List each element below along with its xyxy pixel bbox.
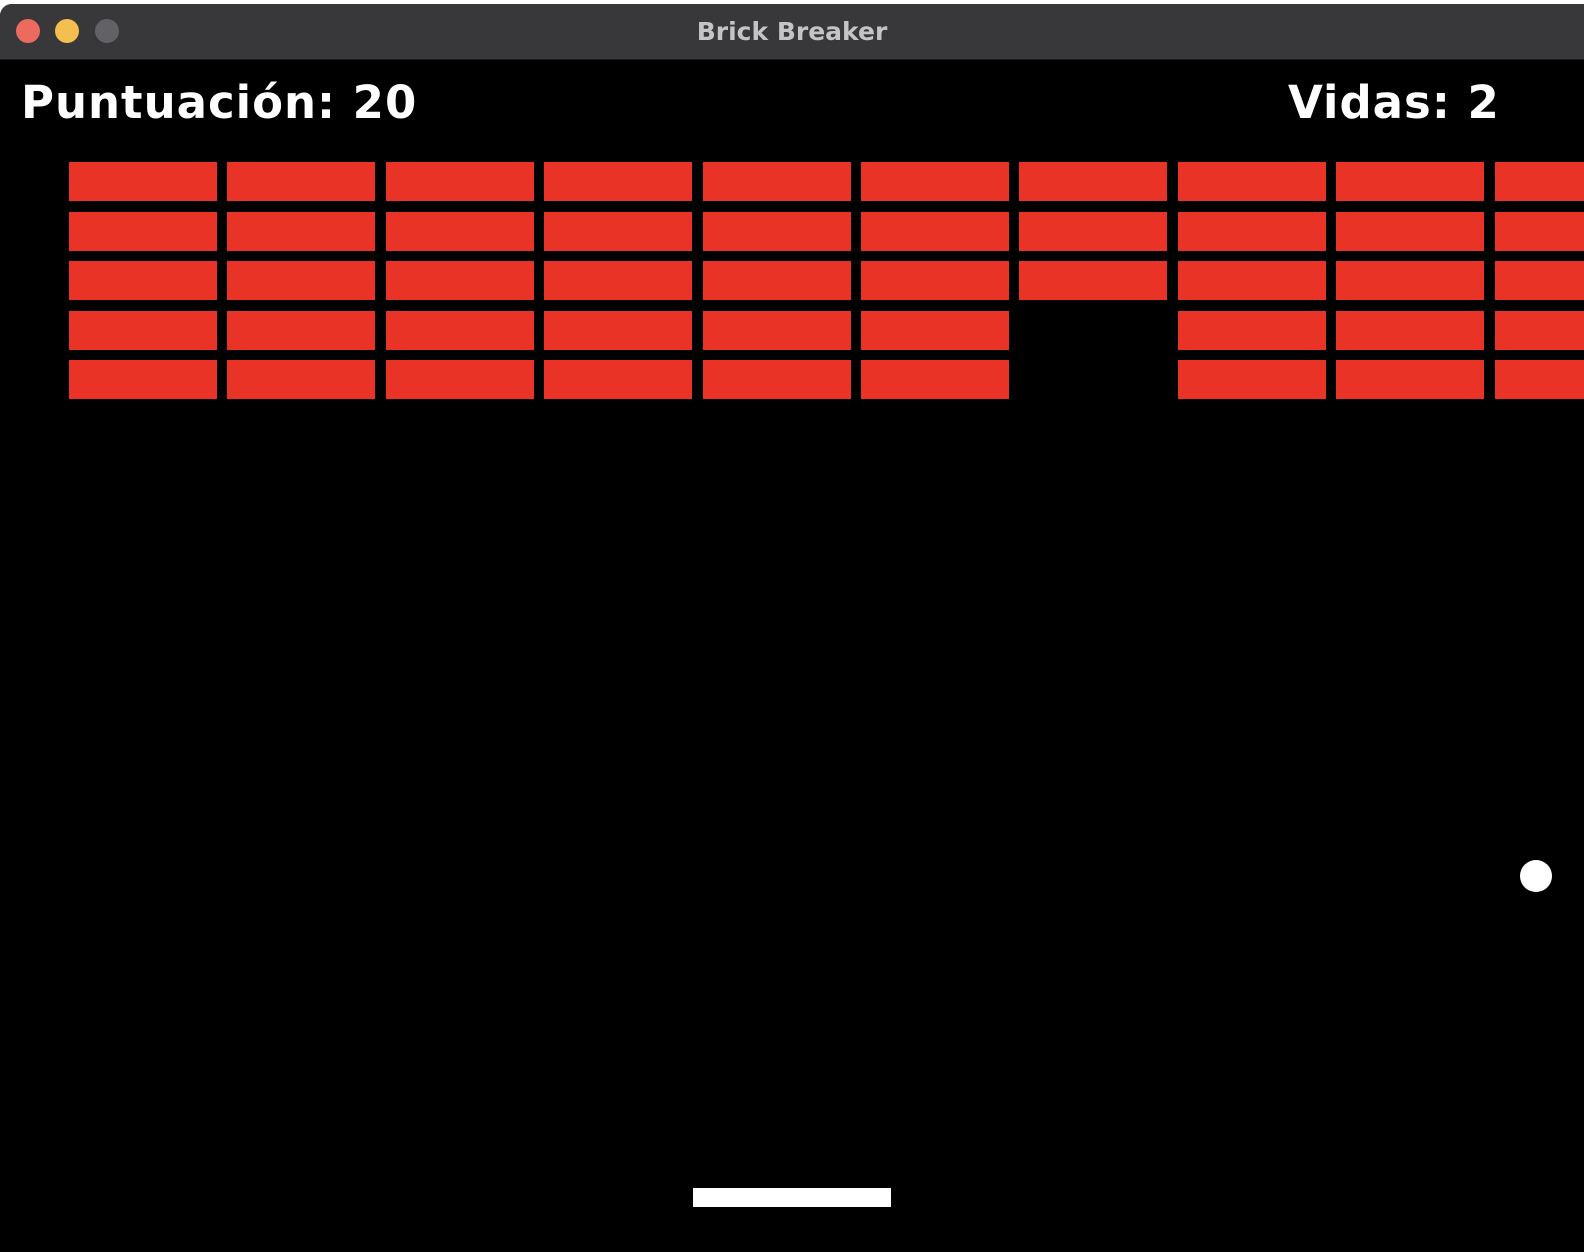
brick (227, 311, 375, 350)
brick (386, 212, 534, 251)
brick (544, 212, 692, 251)
brick (544, 261, 692, 300)
brick-wall (0, 60, 1584, 460)
brick (69, 212, 217, 251)
brick (1019, 261, 1167, 300)
brick (861, 261, 1009, 300)
brick (1178, 261, 1326, 300)
brick (69, 311, 217, 350)
brick (1495, 261, 1584, 300)
brick (386, 162, 534, 201)
brick (1178, 162, 1326, 201)
brick (1336, 212, 1484, 251)
ball (1520, 860, 1552, 892)
brick (861, 311, 1009, 350)
brick (386, 311, 534, 350)
brick (69, 261, 217, 300)
brick (1336, 261, 1484, 300)
brick (1336, 311, 1484, 350)
brick (703, 212, 851, 251)
brick (1495, 311, 1584, 350)
brick (1336, 162, 1484, 201)
brick (1019, 212, 1167, 251)
brick (544, 311, 692, 350)
brick (1495, 162, 1584, 201)
brick (227, 212, 375, 251)
brick (69, 360, 217, 399)
brick (703, 360, 851, 399)
brick (1178, 212, 1326, 251)
window-title: Brick Breaker (696, 17, 888, 46)
brick (703, 261, 851, 300)
brick (386, 261, 534, 300)
brick (544, 162, 692, 201)
brick (1495, 360, 1584, 399)
paddle[interactable] (693, 1188, 891, 1207)
brick (69, 162, 217, 201)
title-bar[interactable]: Brick Breaker (0, 4, 1584, 60)
brick (1495, 212, 1584, 251)
brick (386, 360, 534, 399)
brick (1178, 360, 1326, 399)
brick (227, 261, 375, 300)
app-window: Brick Breaker Puntuación: 20 Vidas: 2 (0, 4, 1584, 1252)
brick (861, 162, 1009, 201)
brick (703, 311, 851, 350)
brick (861, 360, 1009, 399)
game-canvas[interactable]: Puntuación: 20 Vidas: 2 (0, 60, 1584, 1252)
brick (544, 360, 692, 399)
brick (1336, 360, 1484, 399)
brick (1178, 311, 1326, 350)
brick (1019, 162, 1167, 201)
brick (861, 212, 1009, 251)
brick (227, 360, 375, 399)
brick (703, 162, 851, 201)
brick (227, 162, 375, 201)
